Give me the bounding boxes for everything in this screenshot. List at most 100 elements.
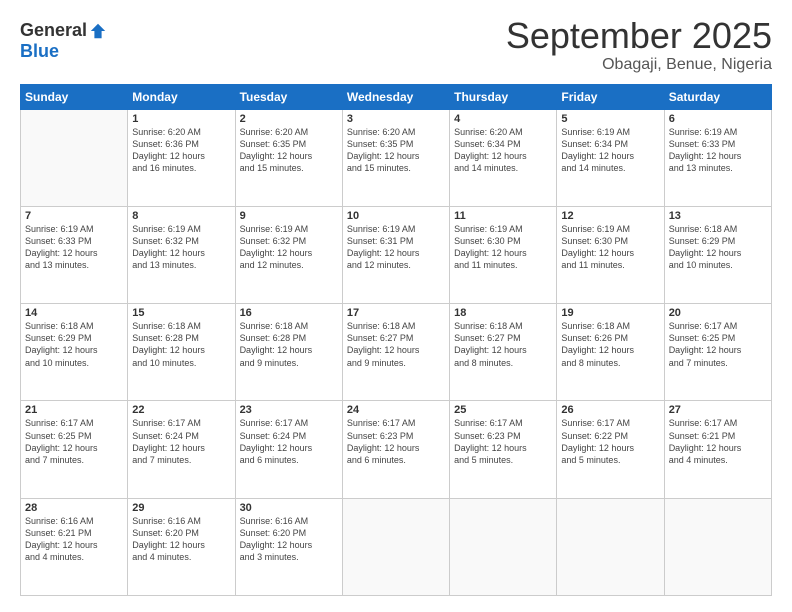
day-number: 23 [240,404,338,416]
page: General Blue September 2025 Obagaji, Ben… [0,0,792,612]
day-number: 8 [132,210,230,222]
calendar-cell: 2Sunrise: 6:20 AM Sunset: 6:35 PM Daylig… [235,109,342,206]
day-number: 15 [132,307,230,319]
calendar-cell: 20Sunrise: 6:17 AM Sunset: 6:25 PM Dayli… [664,304,771,401]
day-info: Sunrise: 6:17 AM Sunset: 6:24 PM Dayligh… [132,417,230,466]
day-number: 17 [347,307,445,319]
day-number: 6 [669,113,767,125]
day-number: 22 [132,404,230,416]
calendar-cell [21,109,128,206]
day-info: Sunrise: 6:17 AM Sunset: 6:21 PM Dayligh… [669,417,767,466]
calendar-header-row: SundayMondayTuesdayWednesdayThursdayFrid… [21,84,772,109]
calendar-day-header: Tuesday [235,84,342,109]
day-info: Sunrise: 6:17 AM Sunset: 6:25 PM Dayligh… [25,417,123,466]
calendar-cell: 26Sunrise: 6:17 AM Sunset: 6:22 PM Dayli… [557,401,664,498]
day-number: 19 [561,307,659,319]
day-info: Sunrise: 6:17 AM Sunset: 6:25 PM Dayligh… [669,320,767,369]
calendar-cell [450,498,557,595]
calendar-cell: 7Sunrise: 6:19 AM Sunset: 6:33 PM Daylig… [21,206,128,303]
day-info: Sunrise: 6:20 AM Sunset: 6:35 PM Dayligh… [347,126,445,175]
calendar-day-header: Sunday [21,84,128,109]
day-number: 20 [669,307,767,319]
calendar-cell: 1Sunrise: 6:20 AM Sunset: 6:36 PM Daylig… [128,109,235,206]
calendar-cell: 29Sunrise: 6:16 AM Sunset: 6:20 PM Dayli… [128,498,235,595]
calendar-cell [664,498,771,595]
day-info: Sunrise: 6:18 AM Sunset: 6:29 PM Dayligh… [669,223,767,272]
day-number: 5 [561,113,659,125]
day-info: Sunrise: 6:18 AM Sunset: 6:28 PM Dayligh… [132,320,230,369]
calendar-cell: 24Sunrise: 6:17 AM Sunset: 6:23 PM Dayli… [342,401,449,498]
calendar-cell: 23Sunrise: 6:17 AM Sunset: 6:24 PM Dayli… [235,401,342,498]
day-info: Sunrise: 6:16 AM Sunset: 6:20 PM Dayligh… [240,515,338,564]
day-info: Sunrise: 6:20 AM Sunset: 6:36 PM Dayligh… [132,126,230,175]
calendar-cell: 15Sunrise: 6:18 AM Sunset: 6:28 PM Dayli… [128,304,235,401]
calendar-cell: 19Sunrise: 6:18 AM Sunset: 6:26 PM Dayli… [557,304,664,401]
day-info: Sunrise: 6:19 AM Sunset: 6:32 PM Dayligh… [132,223,230,272]
day-number: 4 [454,113,552,125]
title-block: September 2025 Obagaji, Benue, Nigeria [506,16,772,74]
day-number: 1 [132,113,230,125]
day-info: Sunrise: 6:19 AM Sunset: 6:30 PM Dayligh… [561,223,659,272]
day-info: Sunrise: 6:18 AM Sunset: 6:26 PM Dayligh… [561,320,659,369]
calendar-cell: 4Sunrise: 6:20 AM Sunset: 6:34 PM Daylig… [450,109,557,206]
day-number: 7 [25,210,123,222]
day-number: 11 [454,210,552,222]
calendar-day-header: Thursday [450,84,557,109]
day-info: Sunrise: 6:17 AM Sunset: 6:23 PM Dayligh… [454,417,552,466]
day-number: 12 [561,210,659,222]
calendar-cell: 12Sunrise: 6:19 AM Sunset: 6:30 PM Dayli… [557,206,664,303]
day-info: Sunrise: 6:18 AM Sunset: 6:28 PM Dayligh… [240,320,338,369]
day-number: 28 [25,502,123,514]
calendar-day-header: Wednesday [342,84,449,109]
day-info: Sunrise: 6:17 AM Sunset: 6:24 PM Dayligh… [240,417,338,466]
day-number: 2 [240,113,338,125]
calendar-day-header: Monday [128,84,235,109]
day-info: Sunrise: 6:19 AM Sunset: 6:31 PM Dayligh… [347,223,445,272]
day-number: 14 [25,307,123,319]
calendar-cell: 9Sunrise: 6:19 AM Sunset: 6:32 PM Daylig… [235,206,342,303]
calendar-cell: 16Sunrise: 6:18 AM Sunset: 6:28 PM Dayli… [235,304,342,401]
calendar-cell: 5Sunrise: 6:19 AM Sunset: 6:34 PM Daylig… [557,109,664,206]
calendar-cell: 25Sunrise: 6:17 AM Sunset: 6:23 PM Dayli… [450,401,557,498]
day-number: 18 [454,307,552,319]
calendar-cell: 21Sunrise: 6:17 AM Sunset: 6:25 PM Dayli… [21,401,128,498]
day-info: Sunrise: 6:18 AM Sunset: 6:29 PM Dayligh… [25,320,123,369]
day-info: Sunrise: 6:19 AM Sunset: 6:32 PM Dayligh… [240,223,338,272]
day-info: Sunrise: 6:19 AM Sunset: 6:30 PM Dayligh… [454,223,552,272]
day-number: 25 [454,404,552,416]
calendar-cell: 3Sunrise: 6:20 AM Sunset: 6:35 PM Daylig… [342,109,449,206]
calendar-day-header: Friday [557,84,664,109]
calendar-cell: 28Sunrise: 6:16 AM Sunset: 6:21 PM Dayli… [21,498,128,595]
logo: General Blue [20,16,107,62]
day-number: 27 [669,404,767,416]
day-info: Sunrise: 6:17 AM Sunset: 6:23 PM Dayligh… [347,417,445,466]
day-info: Sunrise: 6:18 AM Sunset: 6:27 PM Dayligh… [347,320,445,369]
day-number: 29 [132,502,230,514]
calendar-week-row: 1Sunrise: 6:20 AM Sunset: 6:36 PM Daylig… [21,109,772,206]
calendar-cell: 6Sunrise: 6:19 AM Sunset: 6:33 PM Daylig… [664,109,771,206]
day-number: 16 [240,307,338,319]
day-info: Sunrise: 6:19 AM Sunset: 6:34 PM Dayligh… [561,126,659,175]
calendar-cell: 10Sunrise: 6:19 AM Sunset: 6:31 PM Dayli… [342,206,449,303]
calendar-cell: 13Sunrise: 6:18 AM Sunset: 6:29 PM Dayli… [664,206,771,303]
day-number: 21 [25,404,123,416]
calendar-table: SundayMondayTuesdayWednesdayThursdayFrid… [20,84,772,596]
calendar-week-row: 21Sunrise: 6:17 AM Sunset: 6:25 PM Dayli… [21,401,772,498]
calendar-cell: 11Sunrise: 6:19 AM Sunset: 6:30 PM Dayli… [450,206,557,303]
day-info: Sunrise: 6:16 AM Sunset: 6:20 PM Dayligh… [132,515,230,564]
calendar-day-header: Saturday [664,84,771,109]
day-number: 9 [240,210,338,222]
logo-blue: Blue [20,41,59,62]
calendar-cell: 18Sunrise: 6:18 AM Sunset: 6:27 PM Dayli… [450,304,557,401]
calendar-cell: 17Sunrise: 6:18 AM Sunset: 6:27 PM Dayli… [342,304,449,401]
calendar-cell: 30Sunrise: 6:16 AM Sunset: 6:20 PM Dayli… [235,498,342,595]
day-info: Sunrise: 6:20 AM Sunset: 6:35 PM Dayligh… [240,126,338,175]
calendar-week-row: 28Sunrise: 6:16 AM Sunset: 6:21 PM Dayli… [21,498,772,595]
day-info: Sunrise: 6:20 AM Sunset: 6:34 PM Dayligh… [454,126,552,175]
calendar-cell: 14Sunrise: 6:18 AM Sunset: 6:29 PM Dayli… [21,304,128,401]
calendar-cell: 8Sunrise: 6:19 AM Sunset: 6:32 PM Daylig… [128,206,235,303]
day-number: 26 [561,404,659,416]
page-subtitle: Obagaji, Benue, Nigeria [506,56,772,74]
day-info: Sunrise: 6:17 AM Sunset: 6:22 PM Dayligh… [561,417,659,466]
day-info: Sunrise: 6:19 AM Sunset: 6:33 PM Dayligh… [25,223,123,272]
